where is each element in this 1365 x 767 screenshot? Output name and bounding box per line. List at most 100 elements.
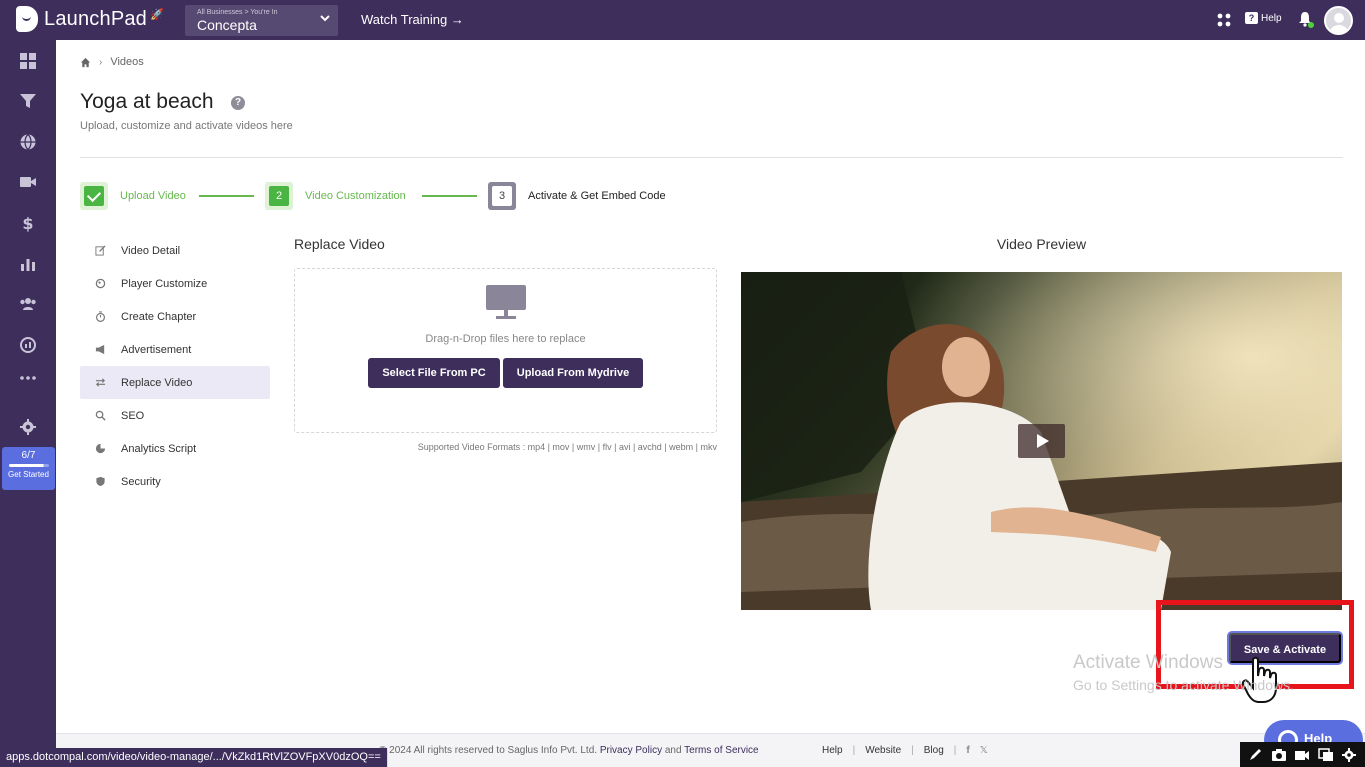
nav-label: SEO xyxy=(121,409,145,422)
header-divider xyxy=(80,157,1343,158)
megaphone-icon xyxy=(95,344,105,355)
logo-text: LaunchPad xyxy=(44,7,148,30)
get-started-button[interactable]: 6/7 Get Started xyxy=(2,447,55,490)
step-connector-1 xyxy=(199,195,254,197)
page-title: Yoga at beach xyxy=(80,90,214,113)
footer-blog-link[interactable]: Blog xyxy=(924,745,944,756)
rocket-icon: 🚀 xyxy=(150,8,164,21)
nav-item-analytics-script[interactable]: Analytics Script xyxy=(80,432,270,465)
activate-windows-title: Activate Windows xyxy=(1073,652,1223,673)
step-3-indicator[interactable]: 3 xyxy=(488,182,516,210)
activate-windows-subtitle: Go to Settings to activate Windows. xyxy=(1073,677,1294,693)
nav-item-video-detail[interactable]: Video Detail xyxy=(80,234,270,267)
footer-help-link[interactable]: Help xyxy=(822,745,843,756)
footer-separator: | xyxy=(953,745,957,756)
business-selector[interactable]: All Businesses > You're In Concepta xyxy=(185,5,338,36)
video-preview-title: Video Preview xyxy=(996,236,1087,252)
nav-item-player-customize[interactable]: Player Customize xyxy=(80,267,270,300)
search-icon xyxy=(95,410,106,421)
business-caption: All Businesses > You're In xyxy=(197,9,278,16)
select-file-button[interactable]: Select File From PC xyxy=(368,358,500,388)
top-bar: LaunchPad 🚀 All Businesses > You're In C… xyxy=(0,0,1365,40)
chevron-down-icon xyxy=(320,15,330,22)
video-record-icon[interactable] xyxy=(1294,748,1310,762)
status-bar-url: apps.dotcompal.com/video/video-manage/..… xyxy=(0,748,388,767)
nav-label: Analytics Script xyxy=(121,442,197,455)
step-3-label[interactable]: Activate & Get Embed Code xyxy=(528,190,666,202)
get-started-label: Get Started xyxy=(8,470,49,479)
breadcrumb-separator: › xyxy=(99,56,103,68)
nav-label: Advertisement xyxy=(121,343,192,356)
camera-icon[interactable] xyxy=(1271,748,1287,762)
breadcrumb-current[interactable]: Videos xyxy=(110,56,143,68)
notification-dot xyxy=(1308,22,1314,28)
nav-label: Create Chapter xyxy=(121,310,197,323)
edit-icon xyxy=(95,245,106,256)
dollar-icon[interactable]: $ xyxy=(19,214,37,232)
terms-link[interactable]: Terms of Service xyxy=(684,745,758,756)
nav-item-seo[interactable]: SEO xyxy=(80,399,270,432)
app-logo[interactable]: LaunchPad 🚀 xyxy=(16,6,164,32)
pen-icon[interactable] xyxy=(1248,748,1264,762)
nav-label: Player Customize xyxy=(121,277,208,290)
home-icon[interactable] xyxy=(80,57,91,68)
left-rail: $ 6/7 Get Started xyxy=(0,40,56,767)
analytics-circle-icon[interactable] xyxy=(19,336,37,354)
step-2-label[interactable]: Video Customization xyxy=(305,190,406,202)
privacy-link[interactable]: Privacy Policy xyxy=(600,745,662,756)
svg-text:$: $ xyxy=(22,214,33,232)
step-1-label[interactable]: Upload Video xyxy=(120,190,186,202)
check-icon xyxy=(84,186,104,206)
recorder-toolbar xyxy=(1240,742,1365,767)
nav-item-create-chapter[interactable]: Create Chapter xyxy=(80,300,270,333)
globe-icon[interactable] xyxy=(19,133,37,151)
question-icon[interactable]: ? xyxy=(231,96,245,110)
footer-separator: | xyxy=(852,745,856,756)
nav-label: Video Detail xyxy=(121,244,181,257)
nav-label: Replace Video xyxy=(121,376,193,389)
nav-label: Security xyxy=(121,475,161,488)
footer-copyright: © 2024 All rights reserved to Saglus Inf… xyxy=(379,745,759,756)
footer-links: Help | Website | Blog | f 𝕏 xyxy=(822,745,998,756)
gear-icon[interactable] xyxy=(19,418,37,436)
video-player[interactable] xyxy=(741,272,1342,610)
video-camera-icon[interactable] xyxy=(19,173,37,191)
copyright-text: © 2024 All rights reserved to Saglus Inf… xyxy=(379,745,598,756)
help-top-label: Help xyxy=(1261,12,1282,24)
footer-website-link[interactable]: Website xyxy=(865,745,901,756)
replace-video-title: Replace Video xyxy=(294,236,385,252)
upload-mydrive-button[interactable]: Upload From Mydrive xyxy=(503,358,643,388)
windows-icon[interactable] xyxy=(1318,747,1334,762)
get-started-count: 6/7 xyxy=(21,450,36,461)
step-3-number: 3 xyxy=(492,186,512,206)
step-connector-2 xyxy=(422,195,477,197)
users-icon[interactable] xyxy=(19,295,37,313)
step-1-indicator[interactable] xyxy=(80,182,108,210)
analytics-icon xyxy=(95,443,106,454)
dashboard-icon[interactable] xyxy=(19,52,37,70)
drop-zone[interactable]: Drag-n-Drop files here to replace Select… xyxy=(294,268,717,433)
get-started-progress xyxy=(8,464,49,467)
and-text: and xyxy=(664,745,682,756)
funnel-icon[interactable] xyxy=(19,92,37,110)
more-icon[interactable] xyxy=(19,369,37,387)
timer-icon xyxy=(95,311,106,322)
bar-chart-icon[interactable] xyxy=(19,255,37,273)
x-twitter-icon[interactable]: 𝕏 xyxy=(980,745,988,756)
apps-grid-icon[interactable] xyxy=(1217,13,1231,27)
settings-icon[interactable] xyxy=(1341,747,1357,762)
business-name: Concepta xyxy=(197,17,257,33)
page-subtitle: Upload, customize and activate videos he… xyxy=(80,120,293,132)
nav-item-security[interactable]: Security xyxy=(80,465,270,498)
user-avatar[interactable] xyxy=(1324,6,1353,35)
nav-item-advertisement[interactable]: Advertisement xyxy=(80,333,270,366)
help-top-button[interactable]: ? Help xyxy=(1245,12,1282,24)
supported-formats: Supported Video Formats : mp4 | mov | wm… xyxy=(417,442,717,452)
play-button-icon[interactable] xyxy=(1018,424,1065,458)
step-2-indicator[interactable]: 2 xyxy=(265,182,293,210)
watch-training-link[interactable]: Watch Training → xyxy=(361,12,464,27)
facebook-icon[interactable]: f xyxy=(966,745,969,756)
drop-text: Drag-n-Drop files here to replace xyxy=(425,333,586,345)
footer-separator: | xyxy=(911,745,914,756)
nav-item-replace-video[interactable]: Replace Video xyxy=(80,366,270,399)
